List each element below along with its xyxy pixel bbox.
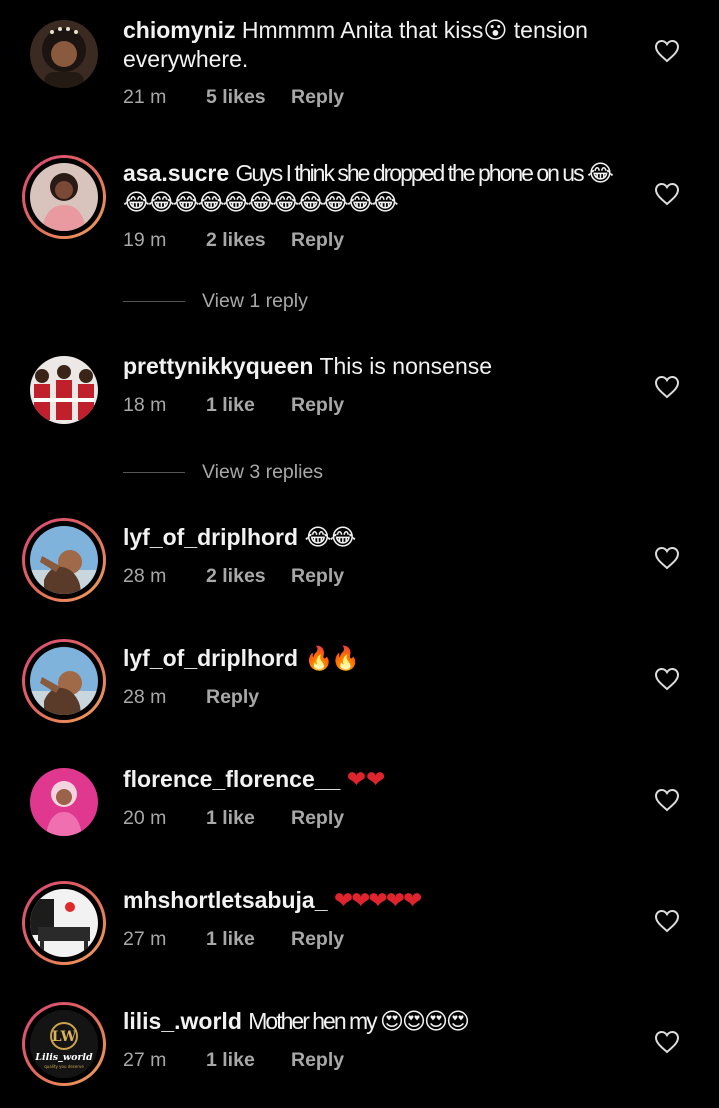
avatar[interactable] [22, 881, 106, 965]
comment-text: ❤❤❤❤❤ [333, 887, 422, 913]
comment-text: This is nonsense [319, 353, 493, 379]
comment-likes[interactable]: 2 likes [206, 565, 291, 588]
comment-likes[interactable]: 1 like [206, 1049, 291, 1072]
reply-button[interactable]: Reply [291, 394, 344, 417]
comment-time: 19 m [123, 229, 167, 251]
comment-username[interactable]: lyf_of_driplhord [123, 645, 298, 671]
comment-time: 27 m [123, 928, 167, 950]
view-replies-label: View 3 replies [202, 461, 324, 483]
heart-icon[interactable] [654, 182, 680, 206]
avatar[interactable] [22, 639, 106, 723]
heart-icon[interactable] [654, 39, 680, 63]
comment-text: Mother hen my 😍😍😍😍 [248, 1008, 470, 1034]
comment-username[interactable]: lyf_of_driplhord [123, 524, 298, 550]
avatar-image [30, 163, 98, 231]
view-replies-label: View 1 reply [202, 290, 308, 312]
avatar[interactable] [22, 348, 106, 432]
comment-text: 😂😂 [304, 524, 356, 550]
logo-tagline: quality you deserve [44, 1064, 84, 1069]
comment-text: 🔥🔥 [304, 645, 359, 671]
reply-button[interactable]: Reply [291, 229, 344, 252]
avatar[interactable] [22, 518, 106, 602]
comment-likes[interactable]: 1 like [206, 394, 291, 417]
avatar-image [30, 20, 98, 88]
divider [123, 301, 185, 302]
avatar[interactable]: LW Lilis_world quality you deserve [22, 1002, 106, 1086]
heart-icon[interactable] [654, 375, 680, 399]
comment-username[interactable]: lilis_.world [123, 1008, 242, 1034]
avatar[interactable] [22, 760, 106, 844]
heart-icon[interactable] [654, 788, 680, 812]
reply-button[interactable]: Reply [291, 565, 344, 588]
avatar[interactable] [22, 155, 106, 239]
comment-username[interactable]: mhshortletsabuja_ [123, 887, 328, 913]
comment-time: 21 m [123, 86, 167, 108]
comment-time: 27 m [123, 1049, 167, 1071]
view-replies-button[interactable]: View 3 replies [123, 461, 323, 484]
comment-likes[interactable]: 1 like [206, 928, 291, 951]
heart-icon[interactable] [654, 546, 680, 570]
heart-icon[interactable] [654, 909, 680, 933]
logo-name: Lilis_world [34, 1052, 93, 1063]
comment-time: 18 m [123, 394, 167, 416]
comment-text: ❤❤ [346, 766, 386, 792]
lilis-world-logo: LW Lilis_world quality you deserve [30, 1010, 98, 1078]
comment-time: 28 m [123, 565, 167, 587]
avatar-image [30, 768, 98, 836]
avatar[interactable] [22, 12, 106, 96]
comment-time: 28 m [123, 686, 167, 708]
avatar-image [30, 526, 98, 594]
reply-button[interactable]: Reply [291, 1049, 344, 1072]
reply-button[interactable]: Reply [291, 928, 344, 951]
logo-initials: LW [52, 1029, 77, 1045]
reply-button[interactable]: Reply [291, 86, 344, 109]
comment-likes[interactable]: 1 like [206, 807, 291, 830]
avatar-image [30, 356, 98, 424]
reply-button[interactable]: Reply [206, 686, 259, 709]
view-replies-button[interactable]: View 1 reply [123, 290, 308, 313]
heart-icon[interactable] [654, 1030, 680, 1054]
comment-username[interactable]: florence_florence__ [123, 766, 340, 792]
reply-button[interactable]: Reply [291, 807, 344, 830]
heart-icon[interactable] [654, 667, 680, 691]
comment-username[interactable]: asa.sucre [123, 160, 229, 186]
comment-likes[interactable]: 5 likes [206, 86, 291, 109]
avatar-image [30, 889, 98, 957]
divider [123, 472, 185, 473]
avatar-image [30, 647, 98, 715]
comment-username[interactable]: prettynikkyqueen [123, 353, 313, 379]
comment-username[interactable]: chiomyniz [123, 17, 235, 43]
comment-time: 20 m [123, 807, 167, 829]
comment-likes[interactable]: 2 likes [206, 229, 291, 252]
